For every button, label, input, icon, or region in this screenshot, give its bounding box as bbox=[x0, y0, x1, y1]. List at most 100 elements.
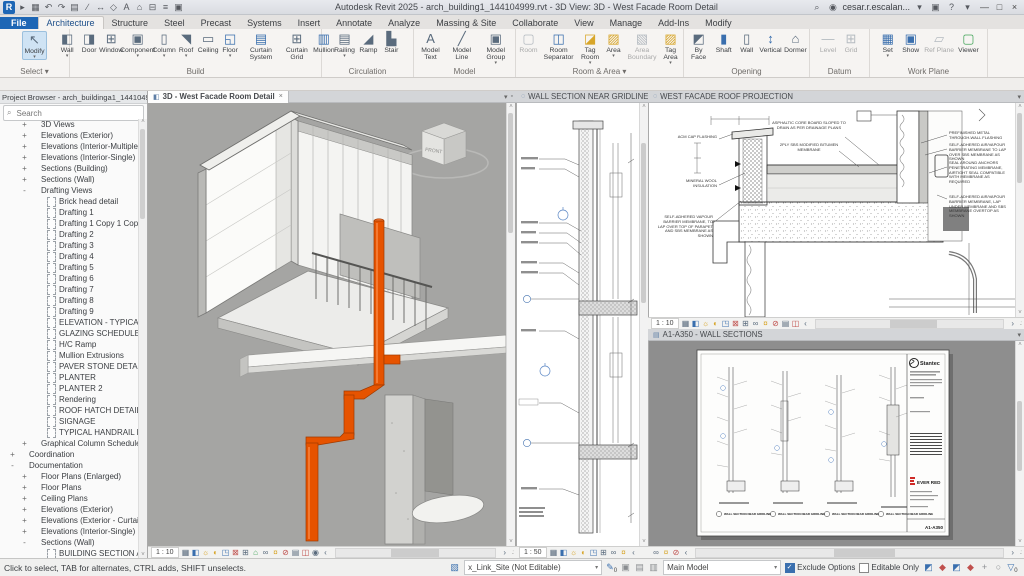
unlock-view-icon[interactable]: ⌂ bbox=[251, 547, 261, 558]
tree-item[interactable]: + Sections (Building) bbox=[0, 163, 139, 174]
undo-icon[interactable]: ↶ bbox=[43, 1, 54, 14]
ribbon-button[interactable]: ▱ Ref Plane bbox=[923, 31, 955, 58]
3d-view-canvas[interactable]: FRONT bbox=[148, 103, 516, 546]
view-tab[interactable]: ◌ WALL SECTION NEAR GRIDLINE D bbox=[516, 91, 661, 103]
scale-button[interactable]: 1 : 10 bbox=[151, 547, 179, 558]
ribbon-tab[interactable]: Steel bbox=[156, 17, 193, 29]
ribbon-tab[interactable]: Modify bbox=[697, 17, 740, 29]
detail-level-icon[interactable]: ▦ bbox=[181, 547, 191, 558]
user-name[interactable]: cesar.r.escalan... bbox=[842, 2, 910, 12]
tree-expander-icon[interactable]: + bbox=[8, 450, 17, 459]
tree-item[interactable]: Drafting 5 bbox=[0, 262, 139, 273]
visual-style-icon[interactable]: ◧ bbox=[559, 547, 569, 558]
v1-vertical-scrollbar[interactable]: ˄ ˅ bbox=[506, 103, 515, 546]
switch-windows-icon[interactable]: ▣ bbox=[173, 1, 184, 14]
measure-icon[interactable]: ∕ bbox=[82, 1, 93, 14]
tree-item[interactable]: + Floor Plans bbox=[0, 482, 139, 493]
filter-icon[interactable]: ▽0 bbox=[1007, 562, 1018, 574]
visual-style-icon[interactable]: ◧ bbox=[691, 318, 701, 329]
tree-item[interactable]: ELEVATION - TYPICAL HANDRAIL bbox=[0, 317, 139, 328]
ribbon-button[interactable]: ⊞ Curtain Grid bbox=[281, 31, 312, 61]
tree-expander-icon[interactable]: + bbox=[20, 494, 29, 503]
tag-icon[interactable]: ◇ bbox=[108, 1, 119, 14]
ribbon-button[interactable]: ◧ Wall ▾ bbox=[57, 31, 78, 61]
ribbon-button[interactable]: ▤ Curtain System bbox=[242, 31, 281, 61]
text-icon[interactable]: A bbox=[121, 1, 132, 14]
ribbon-tab[interactable]: Massing & Site bbox=[428, 17, 504, 29]
shadows-icon[interactable]: ◐ bbox=[711, 318, 721, 329]
visual-style-icon[interactable]: ◧ bbox=[191, 547, 201, 558]
select-links-icon[interactable]: ◩ bbox=[923, 562, 934, 573]
tab-list-caret-icon[interactable]: ▾ bbox=[504, 93, 508, 101]
tree-item[interactable]: Drafting 8 bbox=[0, 295, 139, 306]
tree-item[interactable]: + Elevations (Exterior) bbox=[0, 504, 139, 515]
tree-item[interactable]: Drafting 7 bbox=[0, 284, 139, 295]
tree-item[interactable]: - Drafting Views bbox=[0, 185, 139, 196]
tree-expander-icon[interactable]: + bbox=[20, 527, 29, 536]
ribbon-button[interactable]: ⌂ Dormer bbox=[784, 31, 807, 61]
ribbon-button[interactable]: ▤ Railing ▾ bbox=[333, 31, 356, 59]
revit-logo-icon[interactable]: R bbox=[3, 0, 15, 14]
redo-icon[interactable]: ↷ bbox=[56, 1, 67, 14]
crop-region-icon[interactable]: ⊠ bbox=[231, 547, 241, 558]
drag-on-selection-icon[interactable]: + bbox=[979, 562, 990, 573]
show-crop-icon[interactable]: ⊞ bbox=[241, 547, 251, 558]
tree-item[interactable]: + Coordination bbox=[0, 449, 139, 460]
tree-item[interactable]: + Elevations (Interior-Single) bbox=[0, 152, 139, 163]
ribbon-button[interactable]: ◨ Door bbox=[79, 31, 100, 61]
tree-item[interactable]: Drafting 1 bbox=[0, 207, 139, 218]
tree-item[interactable]: BUILDING SECTION A-A - Callout bbox=[0, 548, 139, 558]
editable-only-checkbox[interactable]: Editable Only bbox=[859, 562, 919, 573]
tree-expander-icon[interactable]: - bbox=[20, 186, 29, 195]
temporary-view-properties-icon[interactable]: ▤ bbox=[781, 318, 791, 329]
displacement-icon[interactable]: ◉ bbox=[311, 547, 321, 558]
temporary-hide-icon[interactable]: ∞ bbox=[751, 318, 761, 329]
crop-view-icon[interactable]: ◳ bbox=[589, 547, 599, 558]
tree-item[interactable]: - Documentation bbox=[0, 460, 139, 471]
ribbon-button[interactable]: ↕ Vertical bbox=[759, 31, 782, 61]
wall-section-canvas[interactable] bbox=[516, 103, 648, 546]
ribbon-button[interactable]: ◩ By Face bbox=[686, 31, 711, 61]
reveal-hidden-icon[interactable]: ¤ bbox=[271, 547, 281, 558]
temporary-hide-icon[interactable]: ∞ bbox=[261, 547, 271, 558]
ribbon-tab[interactable]: Manage bbox=[602, 17, 651, 29]
search-icon[interactable]: ⌕ bbox=[811, 1, 822, 14]
tab-list-caret-icon[interactable]: ▾ bbox=[1017, 93, 1021, 101]
tree-item[interactable]: GLAZING SCHEDULE bbox=[0, 328, 139, 339]
tab-list-caret-icon[interactable]: ▾ bbox=[1017, 331, 1021, 339]
exclude-options-checkbox[interactable]: Exclude Options bbox=[785, 562, 855, 573]
search-input[interactable] bbox=[14, 107, 119, 119]
default-3d-view-icon[interactable]: ⌂ bbox=[134, 1, 145, 14]
scroll-left-icon[interactable]: ‹ bbox=[321, 547, 331, 558]
show-crop-icon[interactable]: ⊞ bbox=[741, 318, 751, 329]
view-tab-active[interactable]: ◧ 3D - West Facade Room Detail × bbox=[148, 90, 289, 103]
ribbon-button[interactable]: ⊞ Window bbox=[99, 31, 123, 61]
tree-item[interactable]: Drafting 9 bbox=[0, 306, 139, 317]
group-label-select[interactable]: Select ▾ bbox=[0, 67, 69, 77]
worksharing-display-icon[interactable]: ⊘ bbox=[671, 547, 681, 558]
sheet-canvas[interactable]: WALL SECTION NEAR GRIDLINE WALL SECTION … bbox=[648, 341, 1024, 546]
select-underlay-icon[interactable]: ◆ bbox=[937, 562, 948, 573]
tree-item[interactable]: + Graphical Column Schedules bbox=[0, 438, 139, 449]
tree-item[interactable]: H/C Ramp bbox=[0, 339, 139, 350]
minimize-button[interactable]: — bbox=[977, 2, 992, 12]
ribbon-tab[interactable]: Collaborate bbox=[504, 17, 566, 29]
help-icon[interactable]: ? bbox=[946, 1, 957, 14]
user-menu-caret-icon[interactable]: ▾ bbox=[914, 1, 925, 14]
tree-item[interactable]: PLANTER 2 bbox=[0, 383, 139, 394]
tree-item[interactable]: - Sections (Wall) bbox=[0, 537, 139, 548]
v3-horizontal-scrollbar[interactable] bbox=[814, 318, 1004, 329]
tree-item[interactable]: + Floor Plans (Enlarged) bbox=[0, 471, 139, 482]
resize-grip[interactable]: .: bbox=[1020, 321, 1023, 327]
detail-level-icon[interactable]: ▦ bbox=[681, 318, 691, 329]
ribbon-button[interactable]: ▣ Component ▾ bbox=[120, 31, 155, 61]
scale-button[interactable]: 1 : 50 bbox=[519, 547, 547, 558]
tree-item[interactable]: Brick head detail bbox=[0, 196, 139, 207]
tree-item[interactable]: Drafting 6 bbox=[0, 273, 139, 284]
editing-requests-icon[interactable]: ✎0 bbox=[606, 562, 617, 574]
roof-detail-canvas[interactable]: ACM CAP FLASHING ASPHALTIC CORE BOARD SL… bbox=[648, 103, 1024, 318]
tree-item[interactable]: PAVER STONE DETAIL bbox=[0, 361, 139, 372]
help-caret-icon[interactable]: ▾ bbox=[962, 1, 973, 14]
ribbon-button[interactable]: ▣ Show bbox=[900, 31, 921, 58]
ribbon-button[interactable]: A Model Text bbox=[416, 31, 445, 65]
